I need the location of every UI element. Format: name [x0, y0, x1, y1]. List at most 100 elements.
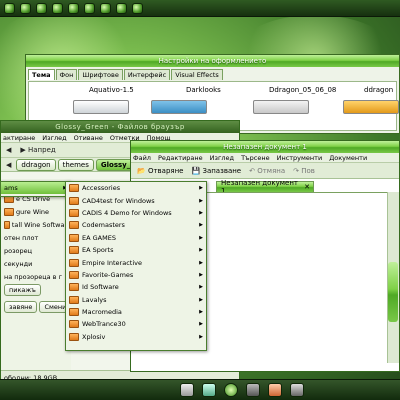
sidebar-item-label: секунди [4, 259, 33, 268]
back-arrow-icon[interactable]: ◀ [3, 145, 14, 155]
menu-item[interactable]: Lavalys ▶ [66, 294, 206, 306]
document-tab[interactable]: Незапазен документ 1 ✕ [216, 179, 314, 195]
sidebar-item-label: розорец [4, 246, 33, 255]
settings-icon[interactable] [290, 383, 304, 397]
menu-item-label: Empire Interactive [82, 258, 142, 267]
appearance-titlebar[interactable]: Настройки на оформлението [26, 55, 399, 67]
folder-icon [69, 208, 79, 217]
menu-file[interactable]: Файл [133, 154, 151, 162]
tab-background[interactable]: Фон [55, 69, 78, 80]
menu-item[interactable]: Codemasters ▶ [66, 219, 206, 231]
launcher-icon[interactable] [100, 2, 111, 14]
menu-edit[interactable]: актиране [3, 134, 35, 142]
sidebar-item[interactable]: tall Wine Software [1, 218, 71, 231]
launcher-icon[interactable] [68, 2, 79, 14]
menu-item[interactable]: Macromedia ▶ [66, 306, 206, 318]
theme-name[interactable]: Ddragon_05_06_08 [269, 86, 336, 94]
tab-visual-effects[interactable]: Visual Effects [171, 69, 223, 80]
file-browser-titlebar[interactable]: Glossy_Green - Файлов браузър [1, 121, 239, 133]
save-button[interactable]: завяне [4, 300, 38, 313]
sidebar-item[interactable]: на прозореца в г [1, 270, 71, 283]
redo-button[interactable]: ↷ Пов [293, 167, 315, 175]
sidebar-item[interactable]: розорец [1, 244, 71, 257]
launcher-icon[interactable] [36, 2, 47, 14]
menu-tools[interactable]: Инструменти [277, 154, 323, 162]
network-icon[interactable] [202, 383, 216, 397]
menu-item[interactable]: CAD4test for Windows ▶ [66, 194, 206, 206]
launcher-icon[interactable] [132, 2, 143, 14]
menu-search[interactable]: Търсене [241, 154, 270, 162]
redo-label: Пов [301, 166, 315, 175]
tab-theme[interactable]: Тема [28, 69, 55, 80]
bottom-panel [0, 379, 400, 400]
breadcrumb-item[interactable]: ddragon [16, 158, 56, 171]
orb-icon[interactable] [224, 383, 238, 397]
theme-preview[interactable] [253, 100, 309, 114]
close-icon[interactable]: ✕ [304, 183, 313, 191]
sidebar-item[interactable]: отен плот [1, 231, 71, 244]
submenu-arrow-icon: ▶ [199, 284, 203, 291]
sidebar-item[interactable]: пикажъ [1, 283, 71, 296]
trash-icon[interactable] [246, 383, 260, 397]
menu-item-label: ams [4, 184, 18, 193]
menu-item[interactable]: Empire Interactive ▶ [66, 256, 206, 268]
launcher-icon[interactable] [4, 2, 15, 14]
tab-fonts[interactable]: Шрифтове [78, 69, 123, 80]
vertical-scrollbar[interactable] [387, 192, 399, 363]
folder-icon [69, 196, 79, 205]
menu-edit[interactable]: Редактиране [158, 154, 203, 162]
undo-button[interactable]: ↶ Отмяна [249, 167, 285, 175]
menu-item-label: EA Sports [82, 246, 114, 255]
drive-icon[interactable] [180, 383, 194, 397]
menu-view[interactable]: Изглед [210, 154, 234, 162]
scrollbar-thumb[interactable] [388, 262, 398, 322]
menu-item-label: Xplosiv [82, 332, 106, 341]
folder-icon [69, 221, 79, 230]
launcher-icon[interactable] [52, 2, 63, 14]
submenu-arrow-icon: ▶ [199, 271, 203, 278]
sidebar-item[interactable]: секунди [1, 257, 71, 270]
save-button[interactable]: 💾 Запазване [192, 167, 242, 175]
menu-go[interactable]: Отиване [74, 134, 103, 142]
menu-item[interactable]: Xplosiv ▶ [66, 331, 206, 343]
window-title: Glossy_Green - Файлов браузър [55, 123, 185, 131]
menu-item[interactable]: WebTrance30 ▶ [66, 318, 206, 330]
theme-preview[interactable] [73, 100, 129, 114]
submenu-arrow-icon: ▶ [199, 259, 203, 266]
options-button[interactable]: пикажъ [4, 283, 41, 296]
theme-name[interactable]: Aquativo-1.5 [89, 86, 134, 94]
app-icon[interactable] [268, 383, 282, 397]
menu-item[interactable]: Id Software ▶ [66, 281, 206, 293]
sidebar-item-label: на прозореца в г [4, 272, 62, 281]
forward-button[interactable]: ▶ Напред [17, 145, 58, 155]
open-button[interactable]: 📂 Отваряне [137, 167, 184, 175]
launcher-icon[interactable] [116, 2, 127, 14]
forward-label: Напред [28, 146, 56, 154]
theme-preview[interactable] [151, 100, 207, 114]
menu-item[interactable]: EA GAMES ▶ [66, 232, 206, 244]
launcher-icon[interactable] [20, 2, 31, 14]
sidebar-item[interactable]: gure Wine [1, 205, 71, 218]
theme-preview[interactable] [343, 100, 399, 114]
appearance-tabs: Тема Фон Шрифтове Интерфейс Visual Effec… [26, 67, 399, 80]
theme-name[interactable]: Darklooks [186, 86, 221, 94]
breadcrumb-left-icon[interactable]: ◀ [3, 160, 14, 170]
tab-interface[interactable]: Интерфейс [123, 69, 171, 80]
menu-item-games[interactable]: ams ▶ [1, 182, 70, 195]
menu-item[interactable]: Favorite-Games ▶ [66, 269, 206, 281]
button-row: завяне Смени [1, 300, 71, 313]
menu-item-label: CADIS 4 Demo for Windows [82, 208, 172, 217]
submenu-arrow-icon: ▶ [199, 197, 203, 204]
theme-name[interactable]: ddragon [364, 86, 393, 94]
menu-item[interactable]: CADIS 4 Demo for Windows ▶ [66, 207, 206, 219]
launcher-icon[interactable] [84, 2, 95, 14]
menu-view[interactable]: Изглед [42, 134, 66, 142]
top-panel [0, 0, 400, 17]
menu-item[interactable]: EA Sports ▶ [66, 244, 206, 256]
folder-icon [69, 184, 79, 193]
menu-item-label: Lavalys [82, 295, 107, 304]
menu-documents[interactable]: Документи [329, 154, 367, 162]
breadcrumb-item[interactable]: themes [57, 158, 94, 171]
text-editor-titlebar[interactable]: Незапазен документ 1 [131, 141, 399, 153]
menu-item[interactable]: Accessories ▶ [66, 182, 206, 194]
